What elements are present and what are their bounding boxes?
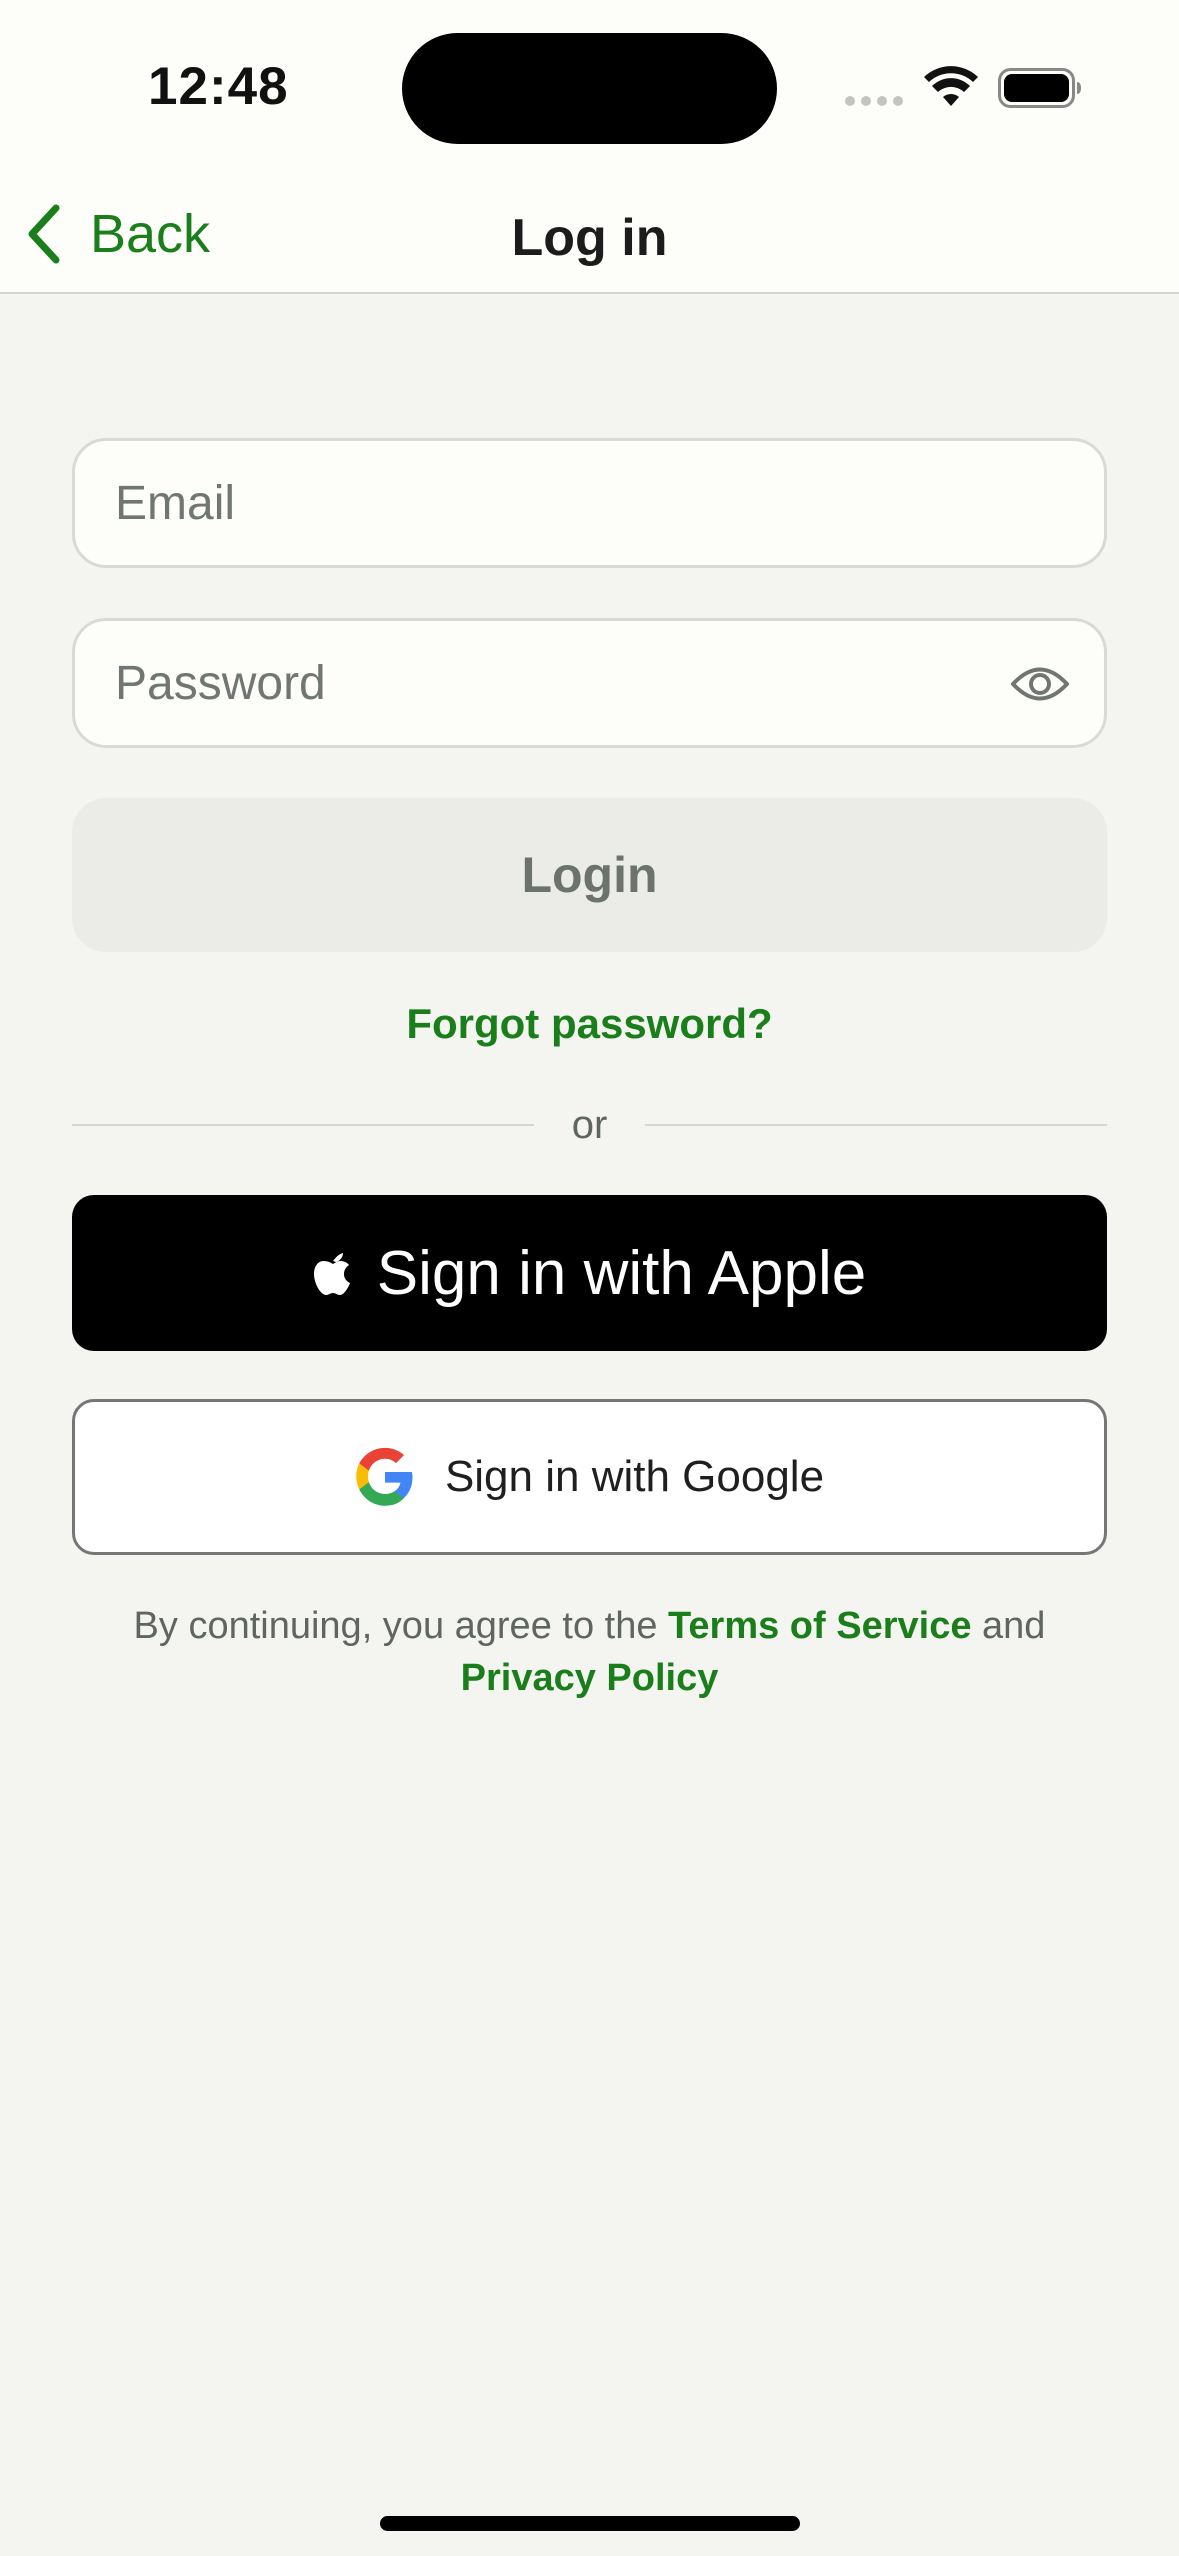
wifi-icon bbox=[924, 66, 978, 106]
apple-button-label: Sign in with Apple bbox=[376, 1238, 867, 1308]
sign-in-with-apple-button[interactable]: Sign in with Apple bbox=[72, 1195, 1107, 1351]
home-indicator[interactable] bbox=[380, 2516, 800, 2531]
legal-middle: and bbox=[971, 1605, 1046, 1647]
divider-line bbox=[645, 1124, 1107, 1126]
terms-of-service-link[interactable]: Terms of Service bbox=[668, 1605, 971, 1647]
legal-prefix: By continuing, you agree to the bbox=[133, 1605, 669, 1647]
battery-icon bbox=[998, 68, 1081, 108]
dynamic-island bbox=[402, 33, 777, 144]
legal-notice: By continuing, you agree to the Terms of… bbox=[100, 1600, 1079, 1704]
apple-logo-icon bbox=[313, 1253, 350, 1295]
password-field-container bbox=[72, 618, 1107, 748]
forgot-password-link[interactable]: Forgot password? bbox=[0, 1000, 1179, 1048]
email-field-container bbox=[72, 438, 1107, 568]
google-logo-icon bbox=[356, 1447, 413, 1506]
page-title: Log in bbox=[511, 209, 668, 267]
email-field[interactable] bbox=[113, 474, 977, 532]
sign-in-with-google-button[interactable]: Sign in with Google bbox=[72, 1399, 1107, 1555]
login-button[interactable]: Login bbox=[72, 798, 1107, 952]
privacy-policy-link[interactable]: Privacy Policy bbox=[461, 1657, 719, 1699]
password-field[interactable] bbox=[113, 654, 977, 712]
or-divider: or bbox=[72, 1100, 1107, 1150]
eye-icon[interactable] bbox=[1010, 661, 1070, 707]
google-button-label: Sign in with Google bbox=[444, 1452, 825, 1501]
status-time: 12:48 bbox=[148, 57, 289, 116]
navigation-bar: Back Log in bbox=[0, 180, 1179, 294]
login-screen: 12:48 Back Log in Email Login Forgot pas… bbox=[0, 0, 1179, 2556]
status-bar: 12:48 bbox=[0, 0, 1179, 180]
cellular-signal-icon bbox=[845, 96, 903, 106]
